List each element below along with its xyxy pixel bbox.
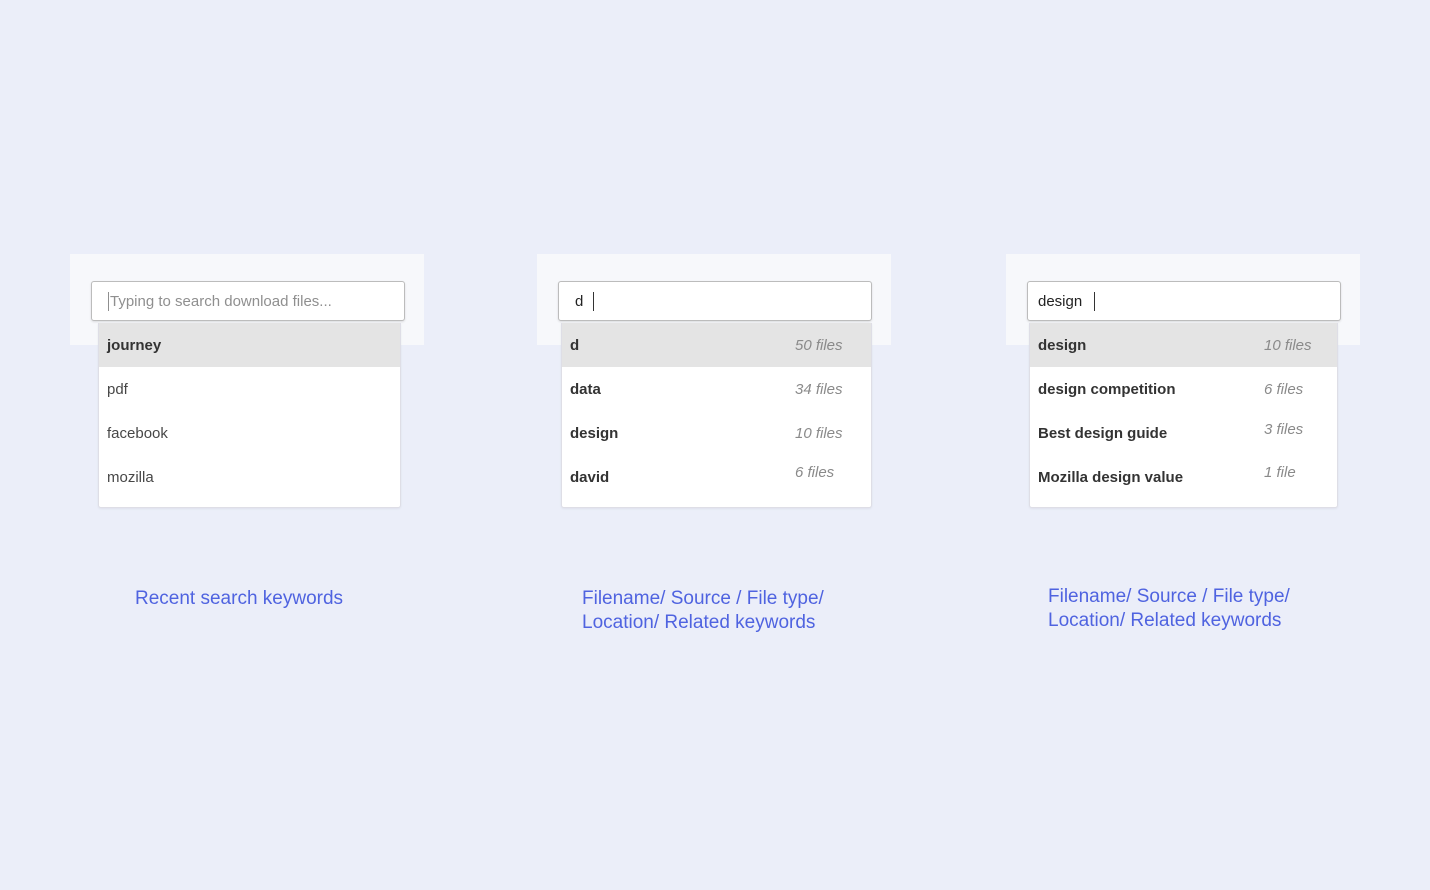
list-item[interactable]: mozilla [99, 455, 400, 499]
single-letter-search-input[interactable]: d [558, 281, 872, 321]
keyword-label: facebook [107, 424, 168, 442]
keyword-label: Best design guide [1038, 424, 1168, 442]
full-word-dropdown: design 10 files design competition 6 fil… [1029, 323, 1338, 508]
file-count: 10 files [795, 424, 843, 442]
keyword-label: data [570, 380, 601, 398]
file-count: 6 files [1264, 380, 1304, 398]
text-caret [1094, 291, 1096, 311]
single-letter-caption: Filename/ Source / File type/ Location/ … [582, 587, 824, 635]
list-item[interactable]: design 10 files [1030, 323, 1337, 367]
keyword-label: journey [107, 336, 162, 354]
keyword-label: design [570, 424, 619, 442]
keyword-label: design competition [1038, 380, 1176, 398]
search-query: d [575, 292, 584, 310]
recent-caption: Recent search keywords [135, 587, 343, 611]
list-item[interactable]: david 6 files [562, 455, 871, 499]
keyword-label: pdf [107, 380, 128, 398]
keyword-label: mozilla [107, 468, 154, 486]
list-item[interactable]: Best design guide 3 files [1030, 411, 1337, 455]
list-item[interactable]: Mozilla design value 1 file [1030, 455, 1337, 499]
list-item[interactable]: journey [99, 323, 400, 367]
list-item[interactable]: data 34 files [562, 367, 871, 411]
list-item[interactable]: facebook [99, 411, 400, 455]
caption-line: Location/ Related keywords [582, 612, 816, 633]
keyword-label: david [570, 468, 610, 486]
list-item[interactable]: d 50 files [562, 323, 871, 367]
list-item[interactable]: pdf [99, 367, 400, 411]
search-placeholder: Typing to search download files... [110, 292, 332, 310]
search-query: design [1038, 292, 1083, 310]
file-count: 6 files [795, 464, 835, 481]
file-count: 1 file [1264, 464, 1296, 481]
recent-search-input[interactable]: Typing to search download files... [91, 281, 405, 321]
full-word-search-input[interactable]: design [1027, 281, 1341, 321]
caption-line: Filename/ Source / File type/ [582, 588, 824, 609]
file-count: 3 files [1264, 421, 1304, 438]
text-caret [593, 291, 595, 311]
file-count: 34 files [795, 380, 843, 398]
keyword-label: Mozilla design value [1038, 468, 1184, 486]
list-item[interactable]: design competition 6 files [1030, 367, 1337, 411]
caption-line: Filename/ Source / File type/ [1048, 586, 1290, 607]
file-count: 50 files [795, 336, 843, 354]
recent-dropdown: journey pdf facebook mozilla [98, 323, 401, 508]
full-word-caption: Filename/ Source / File type/ Location/ … [1048, 585, 1290, 633]
caption-line: Location/ Related keywords [1048, 610, 1282, 631]
text-caret [108, 291, 109, 311]
keyword-label: design [1038, 336, 1087, 354]
file-count: 10 files [1264, 336, 1312, 354]
keyword-label: d [570, 336, 580, 354]
list-item[interactable]: design 10 files [562, 411, 871, 455]
caption-line: Recent search keywords [135, 588, 344, 609]
single-letter-dropdown: d 50 files data 34 files design 10 files… [561, 323, 872, 508]
